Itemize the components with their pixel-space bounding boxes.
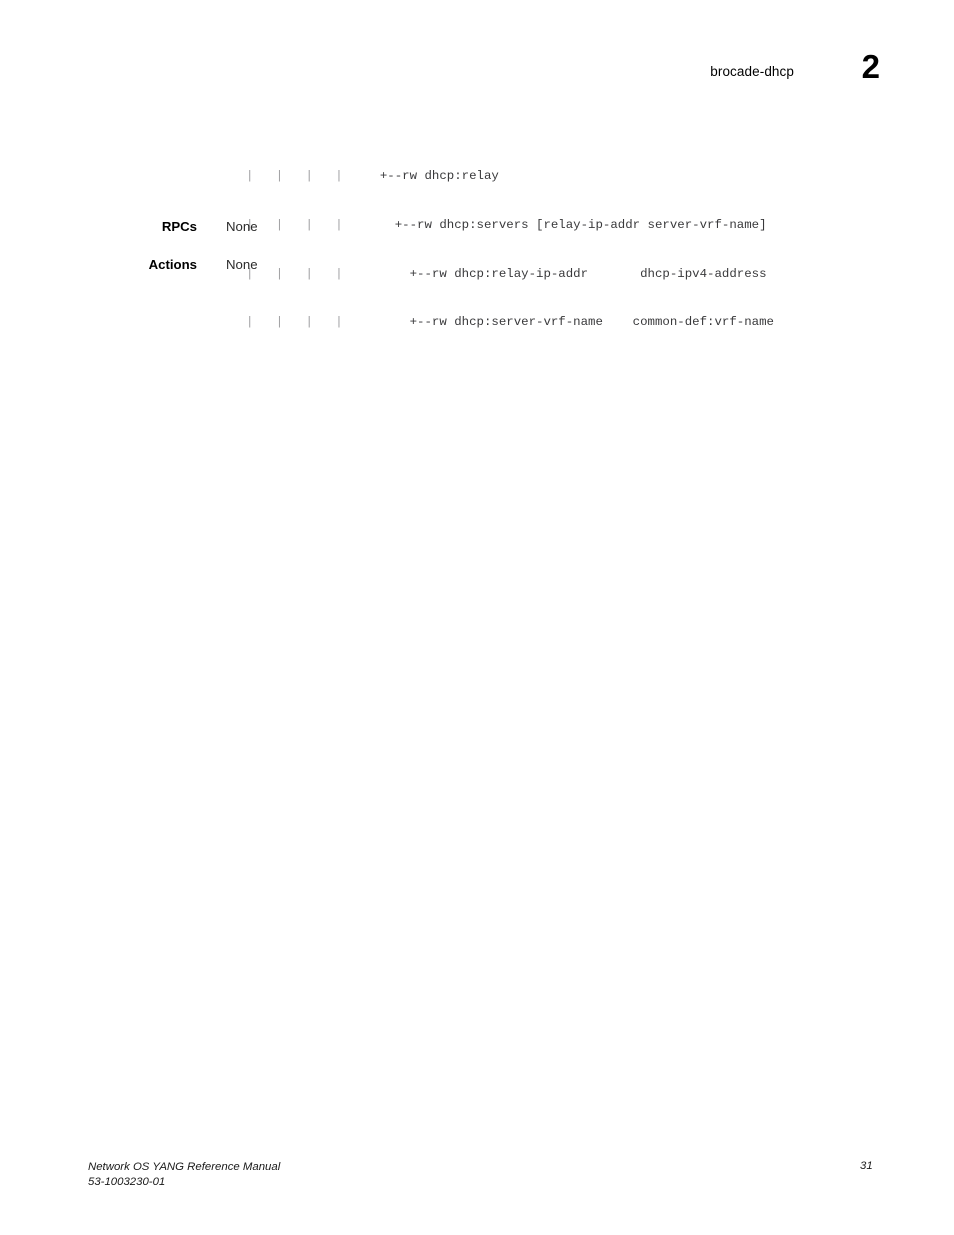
yang-tree-code-block: | | | | +--rw dhcp:relay | | | | +--rw d… bbox=[246, 136, 774, 363]
definition-value: None bbox=[226, 219, 258, 234]
definition-row-rpcs: RPCs None bbox=[0, 219, 954, 239]
footer-page-number: 31 bbox=[860, 1160, 873, 1172]
definition-row-actions: Actions None bbox=[0, 257, 954, 277]
page-footer: Network OS YANG Reference Manual 53-1003… bbox=[0, 1160, 954, 1200]
document-page: brocade-dhcp 2 | | | | +--rw dhcp:relay … bbox=[0, 0, 954, 1235]
definition-label: RPCs bbox=[161, 219, 197, 234]
chapter-number: 2 bbox=[861, 48, 880, 85]
page-header: brocade-dhcp 2 bbox=[0, 50, 954, 98]
definition-value: None bbox=[226, 257, 258, 272]
footer-manual-title: Network OS YANG Reference Manual bbox=[88, 1161, 281, 1173]
tree-guide-prefix: | | | | bbox=[246, 169, 365, 184]
code-line-content: +--rw dhcp:server-vrf-name common-def:vr… bbox=[364, 315, 774, 330]
code-line: | | | | +--rw dhcp:server-vrf-name commo… bbox=[246, 314, 774, 330]
code-line: | | | | +--rw dhcp:relay bbox=[246, 168, 774, 184]
footer-document-info: Network OS YANG Reference Manual 53-1003… bbox=[88, 1160, 280, 1190]
footer-document-number: 53-1003230-01 bbox=[88, 1176, 166, 1188]
header-module-name: brocade-dhcp bbox=[710, 64, 794, 79]
code-line-content: +--rw dhcp:relay bbox=[364, 169, 499, 184]
tree-guide-prefix: | | | | bbox=[246, 315, 365, 330]
definition-label: Actions bbox=[148, 257, 197, 272]
